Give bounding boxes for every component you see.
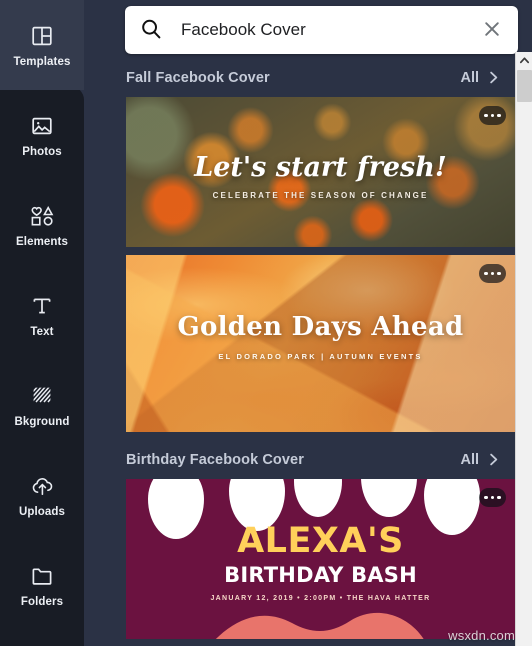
sidebar-item-list: Templates Photos Elements Text Bkground … xyxy=(0,0,84,630)
background-icon xyxy=(29,383,55,409)
app-root: Templates Photos Elements Text Bkground … xyxy=(0,0,532,646)
scrollbar-thumb[interactable] xyxy=(517,70,532,102)
sidebar-item-label: Templates xyxy=(13,55,71,68)
chevron-right-icon xyxy=(486,70,501,85)
template-card-alexas-birthday-bash[interactable]: ALEXA'S BIRTHDAY BASH JANUARY 12, 2019 •… xyxy=(126,479,515,639)
more-options-icon[interactable] xyxy=(479,106,506,125)
templates-icon xyxy=(29,23,55,49)
sidebar-item-label: Bkground xyxy=(14,415,70,428)
sidebar-item-text[interactable]: Text xyxy=(0,270,84,360)
card-title: Golden Days Ahead xyxy=(177,312,464,342)
section-title: Birthday Facebook Cover xyxy=(126,451,304,468)
sidebar-item-folders[interactable]: Folders xyxy=(0,540,84,630)
sidebar-item-label: Folders xyxy=(20,595,64,608)
card-subtitle: EL DORADO PARK | AUTUMN EVENTS xyxy=(218,352,423,361)
sidebar-item-label: Elements xyxy=(16,235,68,248)
upload-cloud-icon xyxy=(29,473,55,499)
section-all-label: All xyxy=(460,451,479,468)
sidebar-item-label: Text xyxy=(30,325,54,338)
search-icon xyxy=(139,17,165,43)
more-options-icon[interactable] xyxy=(479,264,506,283)
template-scroll-area[interactable]: Fall Facebook Cover All Let's start fres… xyxy=(84,58,532,646)
elements-icon xyxy=(29,203,55,229)
autumn-leaves-artwork xyxy=(126,255,515,432)
sidebar-item-label: Uploads xyxy=(18,505,66,518)
sidebar-item-elements[interactable]: Elements xyxy=(0,180,84,270)
template-results: Fall Facebook Cover All Let's start fres… xyxy=(84,58,515,646)
section-all-link[interactable]: All xyxy=(460,452,501,468)
scroll-up-button[interactable] xyxy=(516,52,532,69)
sidebar-item-bkground[interactable]: Bkground xyxy=(0,360,84,450)
photo-icon xyxy=(29,113,55,139)
section-title: Fall Facebook Cover xyxy=(126,69,270,86)
folder-icon xyxy=(29,563,55,589)
card-title: ALEXA'S xyxy=(237,521,404,561)
sidebar-item-photos[interactable]: Photos xyxy=(0,90,84,180)
section-all-label: All xyxy=(460,69,479,86)
chevron-right-icon xyxy=(486,452,501,467)
left-sidebar: Templates Photos Elements Text Bkground … xyxy=(0,0,84,646)
sidebar-item-label: Photos xyxy=(22,145,62,158)
card-subtitle: CELEBRATE THE SEASON OF CHANGE xyxy=(212,191,429,200)
card-meta: JANUARY 12, 2019 • 2:00PM • THE HAVA HAT… xyxy=(210,595,431,602)
section-all-link[interactable]: All xyxy=(460,70,501,86)
section-header-birthday: Birthday Facebook Cover All xyxy=(84,440,515,479)
search-input[interactable] xyxy=(165,20,480,40)
more-options-icon[interactable] xyxy=(479,488,506,507)
section-header-fall: Fall Facebook Cover All xyxy=(84,58,515,97)
sidebar-item-uploads[interactable]: Uploads xyxy=(0,450,84,540)
template-card-golden-days-ahead[interactable]: Golden Days Ahead EL DORADO PARK | AUTUM… xyxy=(126,255,515,432)
close-icon[interactable] xyxy=(480,17,506,43)
text-icon xyxy=(29,293,55,319)
card-title: Let's start fresh! xyxy=(194,152,447,183)
card-subtitle: BIRTHDAY BASH xyxy=(224,563,417,587)
template-card-lets-start-fresh[interactable]: Let's start fresh! CELEBRATE THE SEASON … xyxy=(126,97,515,247)
main-panel: Fall Facebook Cover All xyxy=(84,0,532,646)
search-bar[interactable] xyxy=(125,6,518,54)
vertical-scrollbar[interactable] xyxy=(515,52,532,646)
sidebar-item-templates[interactable]: Templates xyxy=(0,0,84,90)
pink-wave-decoration xyxy=(216,612,424,639)
